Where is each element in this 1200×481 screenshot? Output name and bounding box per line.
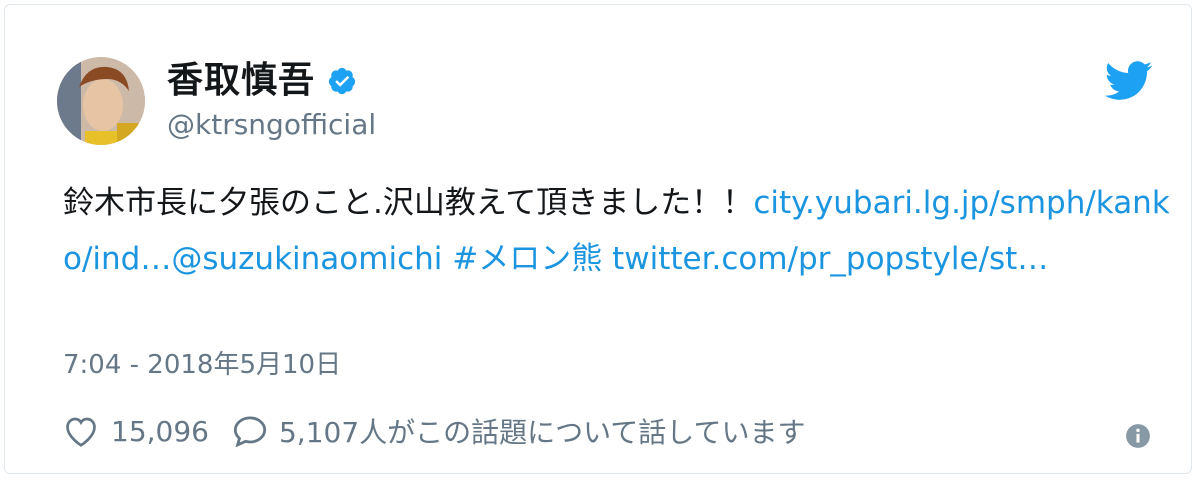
tweet-hashtag[interactable]: #メロン熊 <box>452 241 602 277</box>
tweet-mention[interactable]: @suzukinaomichi <box>171 241 442 277</box>
speech-bubble-icon <box>231 414 269 448</box>
twitter-bird-icon[interactable] <box>1105 61 1153 101</box>
tweet-link-twitter[interactable]: twitter.com/pr_popstyle/st… <box>612 241 1048 277</box>
tweet-actions: 15,096 5,107人がこの話題について話しています <box>63 409 805 453</box>
avatar[interactable] <box>57 57 145 145</box>
info-icon[interactable] <box>1125 423 1151 449</box>
like-count: 15,096 <box>111 414 209 448</box>
tweet-card: 香取慎吾 @ktrsngofficial 鈴木市長に夕張のこと.沢山教えて頂きま… <box>4 4 1192 474</box>
display-name-text[interactable]: 香取慎吾 <box>167 57 315 105</box>
tweet-timestamp[interactable]: 7:04 - 2018年5月10日 <box>63 345 341 385</box>
verified-badge-icon <box>327 66 357 96</box>
reply-button[interactable]: 5,107人がこの話題について話しています <box>231 411 805 451</box>
author-handle[interactable]: @ktrsngofficial <box>167 105 376 145</box>
tweet-text: 鈴木市長に夕張のこと.沢山教えて頂きました！！city.yubari.lg.jp… <box>63 175 1173 287</box>
heart-icon <box>63 414 99 448</box>
avatar-image <box>57 57 145 145</box>
display-name[interactable]: 香取慎吾 <box>167 57 357 105</box>
tweet-body: 鈴木市長に夕張のこと.沢山教えて頂きました！！ <box>63 185 754 221</box>
like-button[interactable]: 15,096 <box>63 414 209 448</box>
reply-count-text: 5,107人がこの話題について話しています <box>278 416 806 449</box>
